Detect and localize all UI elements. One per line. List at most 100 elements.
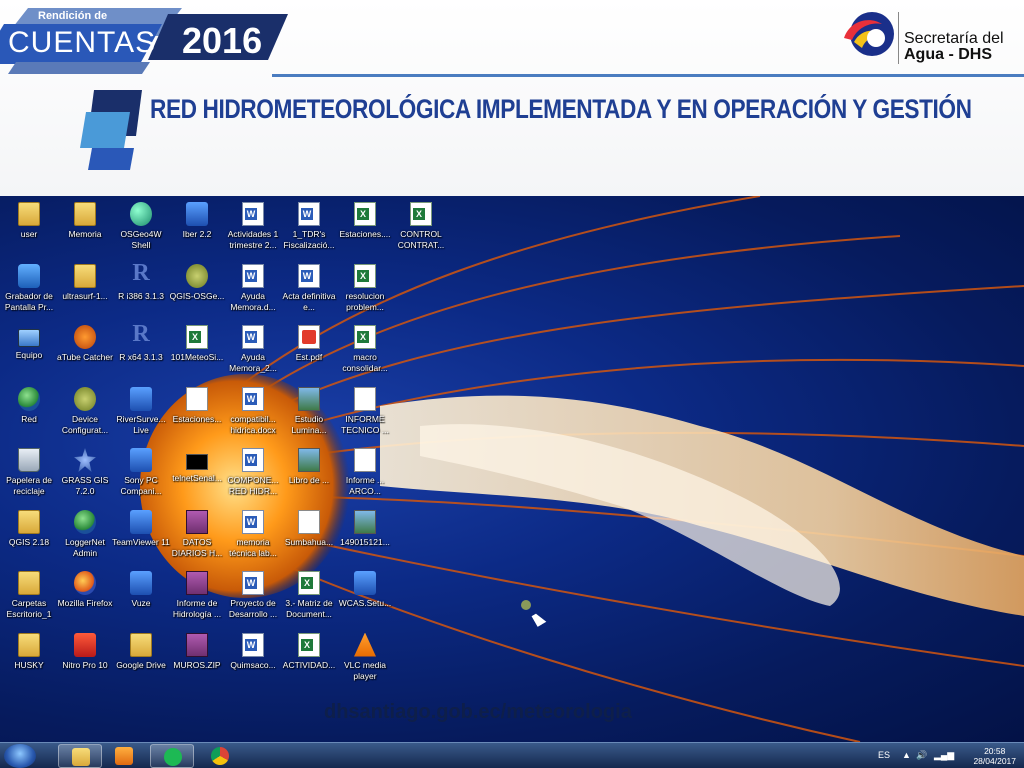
start-button[interactable] — [4, 744, 36, 768]
excel-icon — [298, 571, 320, 595]
desktop-icon[interactable]: ultrasurf-1... — [56, 260, 114, 322]
desktop-icon[interactable]: aTube Catcher — [56, 321, 114, 383]
pdf-icon — [298, 325, 320, 349]
desktop-icon-label: Mozilla Firefox — [57, 598, 113, 608]
desktop-icon-label: ultrasurf-1... — [62, 290, 108, 301]
desktop-icon[interactable]: QGIS-OSGe... — [168, 260, 226, 322]
desktop-icon[interactable]: Estaciones.... — [336, 198, 394, 260]
desktop-icon[interactable]: Ayuda Memora_2... — [224, 321, 282, 383]
desktop-icon[interactable]: TeamViewer 11 — [112, 506, 170, 568]
desktop-icon-label: R x64 3.1.3 — [119, 352, 163, 362]
desktop-icon[interactable]: Informe de Hidrología ... — [168, 567, 226, 629]
desktop-icon-label: MUROS.ZIP — [173, 659, 221, 670]
desktop-icon[interactable]: LoggerNet Admin — [56, 506, 114, 568]
excel-icon — [354, 263, 376, 288]
word-icon — [242, 448, 264, 472]
desktop-icon[interactable]: DATOS DIARIOS H... — [168, 506, 226, 568]
desktop-icon-label: ACTIVIDAD... — [282, 659, 336, 670]
desktop-icon[interactable]: MUROS.ZIP — [168, 629, 226, 691]
desktop-icon-label: macro consolidar... — [342, 352, 388, 373]
tray-expand-icon[interactable]: ▲ — [902, 750, 911, 760]
taskbar-media-player-button[interactable] — [102, 744, 146, 768]
folder-icon — [74, 202, 96, 226]
desktop-icon-label: Informe de Hidrología ... — [172, 598, 222, 619]
desktop-icon[interactable]: memoria técnica lab... — [224, 506, 282, 568]
desktop-icon[interactable]: macro consolidar... — [336, 321, 394, 383]
desktop-icon[interactable]: COMPONE... RED HIDR... — [224, 444, 282, 506]
desktop-icon[interactable]: 149015121... — [336, 506, 394, 568]
system-clock[interactable]: 20:58 28/04/2017 — [973, 746, 1016, 766]
word-icon — [242, 202, 264, 226]
desktop-icon[interactable]: Acta definitiva e... — [280, 260, 338, 322]
desktop-icon-label: COMPONE... RED HIDR... — [227, 475, 279, 496]
desktop-icon[interactable]: Grabador de Pantalla Pr... — [0, 260, 58, 322]
desktop-icon[interactable]: Ayuda Memora.d... — [224, 260, 282, 322]
desktop-icon[interactable]: Device Configurat... — [56, 383, 114, 445]
desktop-icon[interactable]: Sumbahua... — [280, 506, 338, 568]
desktop-icon[interactable]: INFORME TECNICO ... — [336, 383, 394, 445]
desktop-icon[interactable]: CONTROL CONTRAT... — [392, 198, 450, 260]
language-indicator[interactable]: ES — [878, 750, 890, 760]
taskbar-spotify-button[interactable] — [150, 744, 194, 768]
desktop-icon[interactable]: user — [0, 198, 58, 260]
desktop-icon[interactable]: RiverSurve... Live — [112, 383, 170, 445]
desktop-icon[interactable]: Red — [0, 383, 58, 445]
desktop-icon[interactable]: Carpetas Escritorio_1 — [0, 567, 58, 629]
desktop-icon-label: Nitro Pro 10 — [62, 659, 108, 670]
desktop-icon-label: compatibil... hidrica.docx — [230, 413, 276, 435]
desktop-icon[interactable]: Libro de ... — [280, 444, 338, 506]
desktop-icon[interactable]: HUSKY — [0, 629, 58, 691]
desktop-icon-label: Quimsaco... — [230, 659, 276, 670]
desktop-icon[interactable]: Memoria — [56, 198, 114, 260]
taskbar-explorer-button[interactable] — [58, 744, 102, 768]
desktop-icon[interactable]: R x64 3.1.3 — [112, 321, 170, 383]
desktop-icon[interactable]: QGIS 2.18 — [0, 506, 58, 568]
desktop-icon[interactable]: Est.pdf — [280, 321, 338, 383]
desktop-icon[interactable]: Equipo — [0, 321, 58, 383]
page-title: RED HIDROMETEOROLÓGICA IMPLEMENTADA Y EN… — [150, 94, 972, 124]
desktop-icon-label: Libro de ... — [288, 475, 330, 485]
desktop-icon[interactable]: Estaciones... — [168, 383, 226, 445]
desktop-icon[interactable]: OSGeo4W Shell — [112, 198, 170, 260]
desktop-icon-label: Iber 2.2 — [182, 229, 212, 239]
desktop-icon-label: LoggerNet Admin — [65, 536, 105, 558]
presentation-slide: Rendición de CUENTAS 2016 Secretaría del… — [0, 0, 1024, 768]
taskbar: ES ▲ 🔊 ▂▄▆ 20:58 28/04/2017 — [0, 742, 1024, 768]
desktop-icon[interactable]: Sony PC Compani... — [112, 444, 170, 506]
desktop-icon[interactable]: 3.- Matriz de Document... — [280, 567, 338, 629]
desktop-icon-label: Estaciones... — [172, 413, 222, 424]
desktop-icon[interactable]: Informe ... ARCO... — [336, 444, 394, 506]
image-icon — [298, 386, 320, 411]
installer-icon — [354, 571, 376, 595]
desktop-icon[interactable]: telnetSenal... — [168, 444, 226, 506]
vuze-icon — [130, 571, 152, 595]
desktop-icon[interactable]: Quimsaco... — [224, 629, 282, 691]
desktop-icon[interactable]: Iber 2.2 — [168, 198, 226, 260]
desktop-icon[interactable]: resolucion problem... — [336, 260, 394, 322]
desktop-icon[interactable]: Actividades 1 trimestre 2... — [224, 198, 282, 260]
desktop-icon-label: telnetSenal... — [172, 473, 222, 483]
desktop-icon[interactable]: Mozilla Firefox — [56, 567, 114, 629]
volume-icon[interactable]: 🔊 — [916, 750, 927, 761]
desktop-icon[interactable]: Nitro Pro 10 — [56, 629, 114, 691]
desktop-icon[interactable]: Papelera de reciclaje — [0, 444, 58, 506]
desktop-icon-label: Informe ... ARCO... — [345, 475, 385, 496]
excel-icon — [354, 202, 376, 226]
spotify-icon — [164, 748, 182, 766]
desktop-icon[interactable]: VLC media player — [336, 629, 394, 691]
taskbar-chrome-button[interactable] — [198, 744, 242, 768]
desktop-icon[interactable]: 101MeteoSi... — [168, 321, 226, 383]
desktop-icon[interactable]: Estudio Lumina... — [280, 383, 338, 445]
desktop-icon[interactable]: ACTIVIDAD... — [280, 629, 338, 691]
desktop-icon[interactable]: 1_TDR's Fiscalizació... — [280, 198, 338, 260]
desktop-icon[interactable]: Google Drive — [112, 629, 170, 691]
desktop-icon[interactable]: GRASS GIS 7.2.0 — [56, 444, 114, 506]
desktop-icon[interactable]: Vuze — [112, 567, 170, 629]
desktop-icon[interactable]: R i386 3.1.3 — [112, 260, 170, 322]
desktop-icon[interactable]: WCAS.Setu... — [336, 567, 394, 629]
desktop-icon[interactable]: Proyecto de Desarrollo ... — [224, 567, 282, 629]
desktop-icon[interactable]: compatibil... hidrica.docx — [224, 383, 282, 445]
network-signal-icon[interactable]: ▂▄▆ — [934, 750, 954, 761]
desktop-icon-label: Ayuda Memora.d... — [230, 290, 276, 312]
teamviewer-icon — [130, 509, 152, 534]
